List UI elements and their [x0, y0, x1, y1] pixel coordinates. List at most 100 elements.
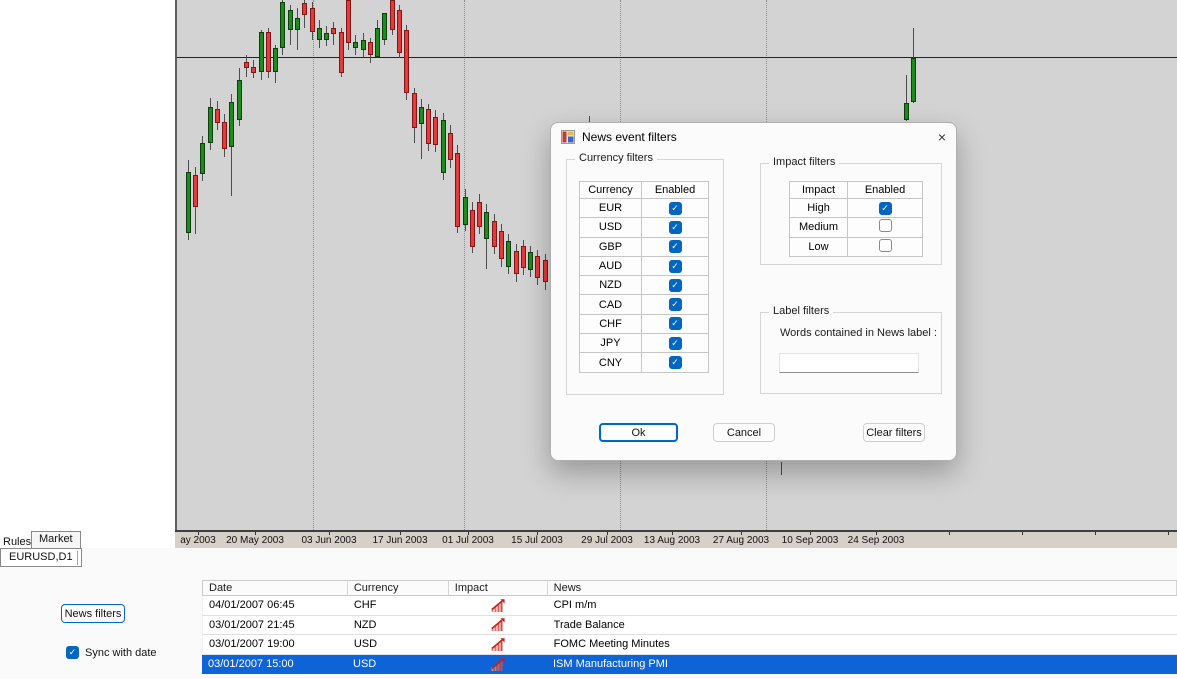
currency-filter-enabled-cell: ✓ — [642, 199, 709, 218]
currency-filter-label: USD — [580, 218, 642, 237]
bull-candle — [904, 103, 909, 120]
ok-button[interactable]: Ok — [599, 423, 678, 442]
label-filters-label: Label filters — [769, 305, 833, 317]
bull-candle — [911, 58, 916, 102]
currency-filter-label: GBP — [580, 237, 642, 256]
bull-candle — [229, 102, 234, 147]
currency-filter-row-eur: EUR✓ — [580, 199, 709, 218]
currency-filter-row-cad: CAD✓ — [580, 295, 709, 314]
currency-filter-label: CHF — [580, 314, 642, 333]
currency-filter-enabled-cell: ✓ — [642, 237, 709, 256]
label-filter-input[interactable] — [779, 353, 919, 373]
currency-filter-cad-checkbox[interactable]: ✓ — [669, 298, 682, 311]
currency-filter-enabled-cell: ✓ — [642, 334, 709, 353]
news-impact — [449, 635, 548, 654]
time-axis-tick — [1022, 532, 1023, 535]
currency-filter-label: AUD — [580, 256, 642, 275]
impact-filter-enabled-cell — [848, 218, 923, 237]
news-event-filters-dialog: News event filters × Currency filters Cu… — [550, 122, 957, 461]
impact-filter-low-checkbox[interactable] — [879, 239, 892, 252]
bull-candle — [528, 252, 533, 270]
currency-filter-enabled-cell: ✓ — [642, 314, 709, 333]
bear-candle — [397, 10, 402, 53]
bear-candle — [492, 221, 497, 247]
time-axis-label: 15 Jul 2003 — [511, 535, 563, 546]
bear-candle — [390, 0, 395, 30]
currency-filter-gbp-checkbox[interactable]: ✓ — [669, 240, 682, 253]
column-header-impact[interactable]: Impact — [449, 581, 548, 595]
news-filters-button[interactable]: News filters — [61, 604, 125, 623]
currency-filter-usd-checkbox[interactable]: ✓ — [669, 221, 682, 234]
news-date: 03/01/2007 19:00 — [203, 635, 348, 654]
news-currency: USD — [347, 655, 448, 675]
currency-filter-chf-checkbox[interactable]: ✓ — [669, 317, 682, 330]
news-table-row[interactable]: 03/01/2007 21:45NZD Trade Balance — [202, 616, 1177, 636]
impact-filter-medium-checkbox[interactable] — [879, 219, 892, 232]
currency-filter-row-gbp: GBP ✓ — [580, 237, 709, 256]
news-date: 04/01/2007 06:45 — [203, 596, 348, 615]
currency-filter-aud-checkbox[interactable]: ✓ — [669, 260, 682, 273]
impact-filters-label: Impact filters — [769, 156, 839, 168]
dialog-titlebar[interactable]: News event filters × — [551, 123, 956, 151]
currency-filter-row-nzd: NZD✓ — [580, 276, 709, 295]
news-table-row[interactable]: 03/01/2007 19:00USD FOMC Meeting Minutes — [202, 635, 1177, 655]
dialog-title: News event filters — [582, 123, 677, 151]
column-header-news[interactable]: News — [548, 581, 1177, 595]
currency-filter-enabled-cell: ✓ — [642, 256, 709, 275]
bull-candle — [186, 172, 191, 233]
time-axis-tick — [255, 532, 256, 535]
bear-candle — [433, 117, 438, 145]
candle-wick — [781, 462, 782, 475]
bull-candle — [273, 48, 278, 72]
tab-rules[interactable]: Rules — [3, 536, 31, 548]
bull-candle — [259, 32, 264, 72]
impact-filter-high-checkbox[interactable]: ✓ — [879, 202, 892, 215]
column-header-date[interactable]: Date — [203, 581, 348, 595]
time-axis-tick — [741, 532, 742, 535]
news-table: Date Currency Impact News 04/01/2007 06:… — [202, 580, 1177, 674]
bear-candle — [477, 202, 482, 227]
time-axis-label: 13 Aug 2003 — [644, 535, 700, 546]
app-window: ay 200320 May 200303 Jun 200317 Jun 2003… — [0, 0, 1177, 679]
bull-candle — [280, 2, 285, 48]
clear-filters-button[interactable]: Clear filters — [863, 423, 925, 442]
bull-candle — [484, 212, 489, 239]
news-date: 03/01/2007 15:00 — [202, 655, 347, 675]
sync-with-date-checkbox[interactable]: ✓ — [66, 646, 79, 659]
currency-filter-enabled-cell: ✓ — [642, 295, 709, 314]
currency-filter-cny-checkbox[interactable]: ✓ — [669, 356, 682, 369]
bull-candle — [295, 18, 300, 30]
bear-candle — [426, 109, 431, 144]
impact-filter-enabled-cell: ✓ — [848, 199, 923, 218]
column-header-currency[interactable]: Currency — [348, 581, 449, 595]
news-table-row[interactable]: 04/01/2007 06:45CHF CPI m/m — [202, 596, 1177, 616]
news-currency: USD — [348, 635, 449, 654]
time-axis-tick — [1168, 532, 1169, 535]
bear-candle — [302, 3, 307, 15]
bull-candle — [237, 80, 242, 120]
time-axis-tick — [329, 532, 330, 535]
bull-candle — [441, 120, 446, 173]
bull-candle — [317, 28, 322, 40]
bull-candle — [463, 197, 468, 225]
bear-candle — [455, 153, 460, 227]
news-table-row[interactable]: 03/01/2007 15:00USD ISM Manufacturing PM… — [202, 655, 1177, 675]
time-axis-tick — [400, 532, 401, 535]
time-axis-tick — [468, 532, 469, 535]
bull-candle — [506, 241, 511, 267]
cancel-button[interactable]: Cancel — [713, 423, 775, 442]
impact-filter-label: High — [790, 199, 848, 218]
bear-candle — [470, 210, 475, 247]
currency-filter-eur-checkbox[interactable]: ✓ — [669, 202, 682, 215]
currency-filter-jpy-checkbox[interactable]: ✓ — [669, 337, 682, 350]
tab-market[interactable]: Market — [31, 531, 81, 548]
close-icon[interactable]: × — [932, 127, 952, 147]
chart-gridline — [313, 0, 314, 530]
time-axis-tick — [876, 532, 877, 535]
bear-candle — [543, 260, 548, 282]
currency-filter-nzd-checkbox[interactable]: ✓ — [669, 279, 682, 292]
tab-symbol-eurusd-d1[interactable]: EURUSD,D1 — [0, 548, 82, 567]
bear-candle — [346, 0, 351, 43]
sync-with-date-label: Sync with date — [85, 647, 157, 659]
label-filter-caption: Words contained in News label : — [780, 327, 937, 339]
